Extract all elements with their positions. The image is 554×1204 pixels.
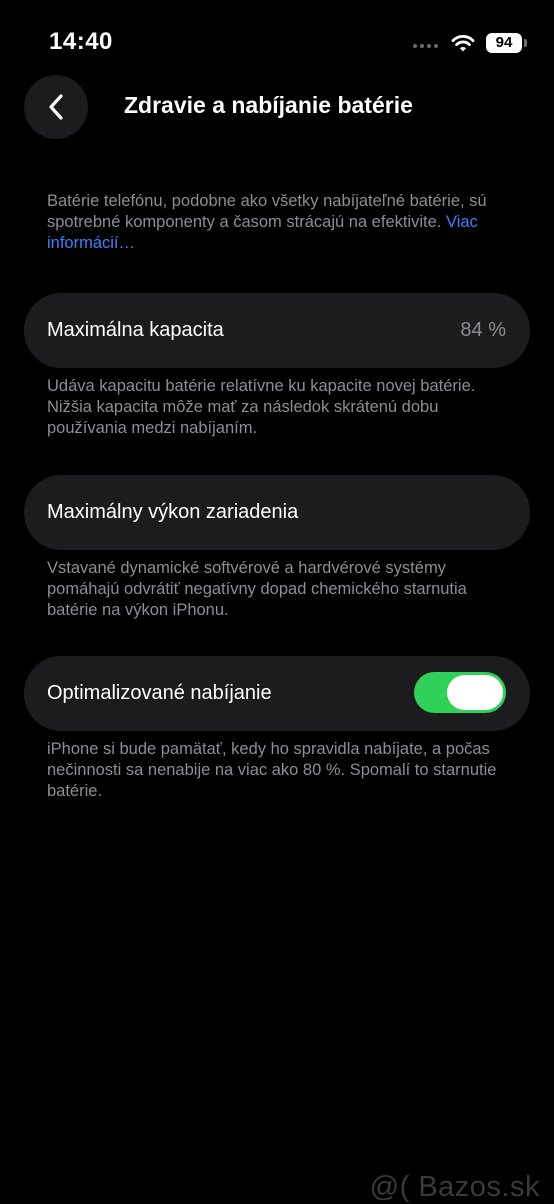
- cellular-signal-icon: [413, 44, 438, 48]
- performance-note: Vstavané dynamické softvérové a hardvéro…: [47, 559, 467, 619]
- optimized-charging-label: Optimalizované nabíjanie: [47, 682, 272, 704]
- battery-icon: 94: [486, 33, 522, 53]
- back-button[interactable]: [24, 75, 88, 139]
- status-time: 14:40: [49, 28, 113, 55]
- page-title: Zdravie a nabíjanie batérie: [124, 92, 413, 118]
- battery-tip: [524, 39, 527, 47]
- intro-text: Batérie telefónu, podobne ako všetky nab…: [47, 191, 512, 254]
- capacity-note: Udáva kapacitu batérie relatívne ku kapa…: [47, 377, 476, 437]
- peak-performance-row[interactable]: Maximálny výkon zariadenia: [24, 475, 530, 550]
- status-bar: 14:40 94: [0, 0, 554, 88]
- max-capacity-value: 84 %: [460, 319, 506, 341]
- peak-performance-label: Maximálny výkon zariadenia: [47, 501, 299, 523]
- optimized-charging-toggle[interactable]: [414, 672, 506, 713]
- optimized-charging-row: Optimalizované nabíjanie: [24, 656, 530, 731]
- toggle-knob: [447, 675, 503, 710]
- max-capacity-row: Maximálna kapacita 84 %: [24, 293, 530, 368]
- intro-body: Batérie telefónu, podobne ako všetky nab…: [47, 192, 487, 231]
- wifi-icon: [451, 35, 475, 52]
- chevron-left-icon: [49, 94, 63, 120]
- max-capacity-label: Maximálna kapacita: [47, 319, 224, 341]
- optimized-charging-note: iPhone si bude pamätať, kedy ho spravidl…: [47, 740, 497, 800]
- watermark: @( Bazos.sk: [369, 1171, 540, 1203]
